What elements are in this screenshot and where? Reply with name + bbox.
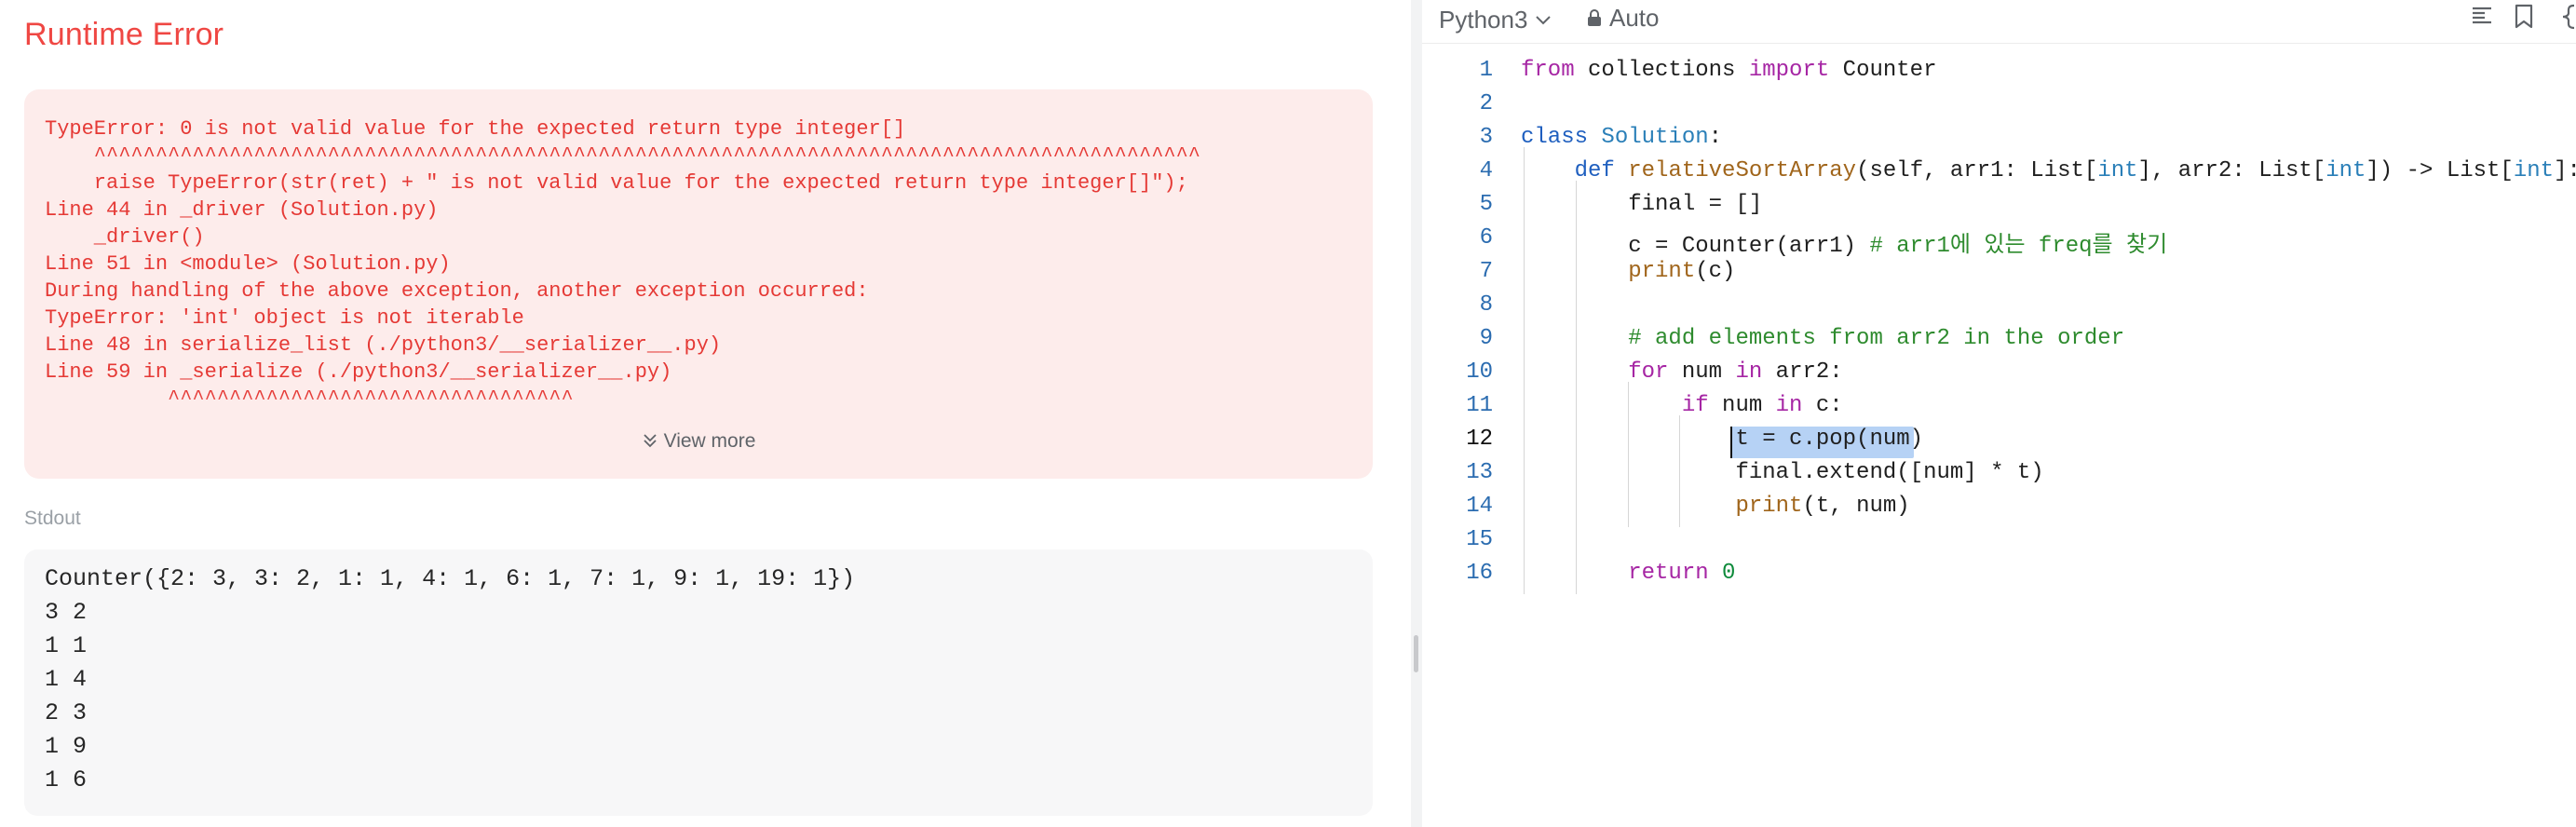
- line-number: 7: [1479, 259, 1493, 284]
- bookmark-icon[interactable]: [2514, 4, 2534, 34]
- code-line-active[interactable]: t = c.pop(num): [1521, 427, 1923, 452]
- chevron-down-icon: [1535, 4, 1552, 33]
- error-traceback: TypeError: 0 is not valid value for the …: [45, 117, 1201, 411]
- line-number: 9: [1479, 326, 1493, 351]
- line-number-active: 12: [1466, 427, 1493, 452]
- auto-label: Auto: [1609, 4, 1660, 32]
- error-box: TypeError: 0 is not valid value for the …: [24, 89, 1373, 479]
- double-chevron-down-icon: [642, 432, 658, 454]
- error-fade: [24, 395, 1373, 432]
- auto-mode-toggle[interactable]: Auto: [1587, 4, 1660, 34]
- code-line[interactable]: class Solution:: [1521, 125, 1722, 150]
- code-line[interactable]: if num in c:: [1521, 393, 1843, 418]
- code-line[interactable]: final = []: [1521, 192, 1762, 217]
- code-line[interactable]: def relativeSortArray(self, arr1: List[i…: [1521, 158, 2576, 183]
- stdout-text: Counter({2: 3, 3: 2, 1: 1, 4: 1, 6: 1, 7…: [45, 565, 856, 793]
- code-line[interactable]: for num in arr2:: [1521, 359, 1842, 385]
- line-number: 4: [1479, 158, 1493, 183]
- line-number: 10: [1466, 359, 1493, 385]
- language-selector[interactable]: Python3: [1439, 4, 1552, 34]
- line-number: 3: [1479, 125, 1493, 150]
- view-more-label: View more: [663, 430, 756, 452]
- editor-toolbar: Python3 Auto: [1422, 0, 2576, 44]
- code-editor-panel: Python3 Auto 1 2 3 4 5 6 7 8 9 10 11 12 …: [1422, 0, 2576, 827]
- line-number: 11: [1466, 393, 1493, 418]
- language-label: Python3: [1439, 6, 1528, 34]
- result-panel: Runtime Error TypeError: 0 is not valid …: [0, 0, 1411, 827]
- code-line[interactable]: print(t, num): [1521, 494, 1909, 519]
- code-line[interactable]: # add elements from arr2 in the order: [1521, 326, 2124, 351]
- line-number: 8: [1479, 292, 1493, 318]
- line-number: 5: [1479, 192, 1493, 217]
- lock-icon: [1587, 5, 1602, 34]
- format-icon[interactable]: [2470, 4, 2494, 33]
- stdout-box: Counter({2: 3, 3: 2, 1: 1, 4: 1, 6: 1, 7…: [24, 549, 1373, 816]
- code-line[interactable]: from collections import Counter: [1521, 58, 1936, 83]
- stdout-label: Stdout: [24, 508, 81, 529]
- code-line[interactable]: print(c): [1521, 259, 1735, 284]
- line-number: 14: [1466, 494, 1493, 519]
- line-number: 13: [1466, 460, 1493, 485]
- runtime-error-title: Runtime Error: [24, 17, 224, 52]
- code-line[interactable]: final.extend([num] * t): [1521, 460, 2043, 485]
- line-number: 2: [1479, 91, 1493, 116]
- line-number: 1: [1479, 58, 1493, 83]
- line-number: 6: [1479, 225, 1493, 251]
- resize-handle[interactable]: [1414, 635, 1418, 672]
- line-number: 16: [1466, 561, 1493, 586]
- code-line[interactable]: c = Counter(arr1) # arr1에 있는 freq를 찾기: [1521, 225, 2167, 259]
- panel-resize-divider[interactable]: [1411, 0, 1422, 827]
- code-line[interactable]: return 0: [1521, 561, 1735, 586]
- line-number: 15: [1466, 527, 1493, 552]
- braces-icon[interactable]: [2560, 4, 2576, 34]
- view-more-button[interactable]: View more: [24, 430, 1373, 454]
